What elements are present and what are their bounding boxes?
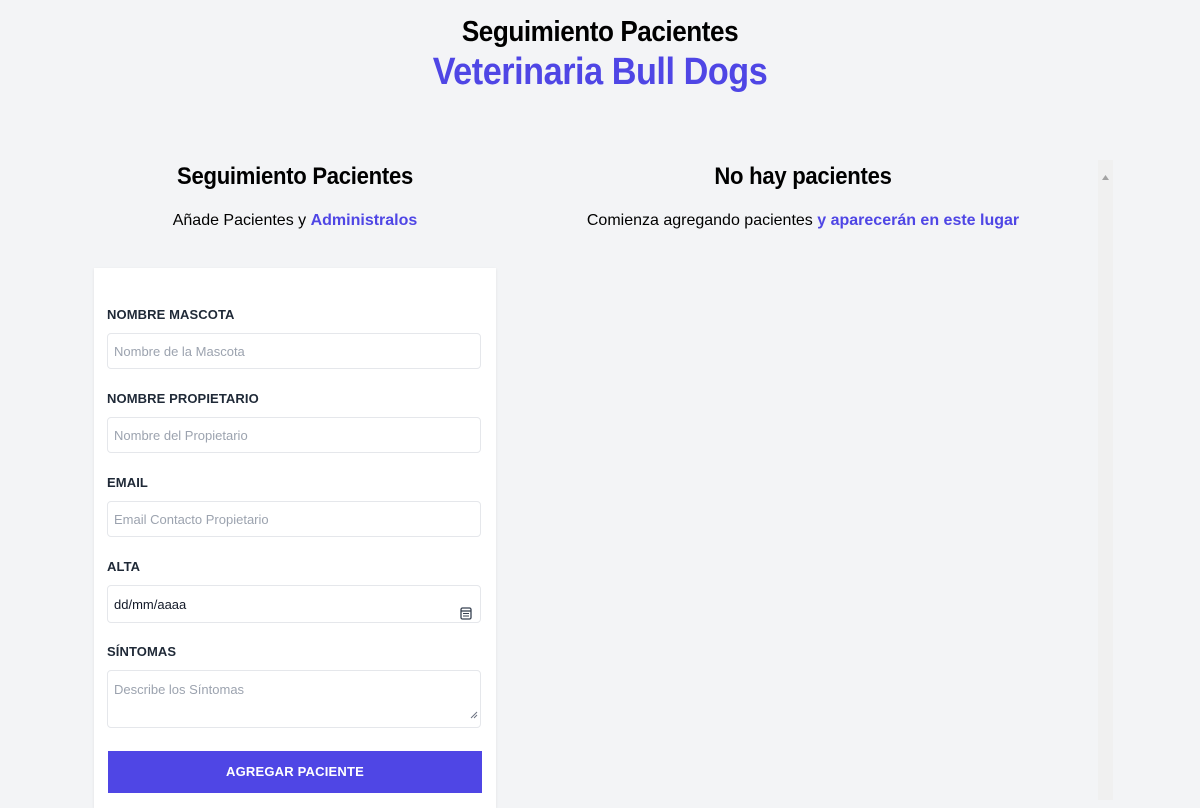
page-title-main: Seguimiento Pacientes [461,16,739,48]
field-email: EMAIL Email Contacto Propietario [107,475,483,537]
page-title-brand: Veterinaria Bull Dogs [432,51,768,93]
symptoms-textarea[interactable]: Describe los Síntomas [107,670,481,728]
patient-list-section: No hay pacientes Comienza agregando paci… [508,160,1098,249]
discharge-date-value: dd/mm/aaaa [114,597,187,612]
owner-name-label: NOMBRE PROPIETARIO [107,391,259,406]
patient-list-scrollbar[interactable] [1098,160,1113,800]
symptoms-placeholder: Describe los Síntomas [114,682,245,697]
pet-name-label: NOMBRE MASCOTA [107,307,235,322]
list-section-subtitle-accent: y aparecerán en este lugar [817,212,1020,229]
page-title: Seguimiento Pacientes Veterinaria Bull D… [60,14,1140,94]
resize-handle-icon[interactable] [470,705,478,725]
calendar-icon[interactable] [460,597,472,635]
form-section-subtitle-accent: Administralos [310,212,418,229]
symptoms-label: SÍNTOMAS [107,644,177,659]
form-section-subtitle: Añade Pacientes y Administralos [94,209,496,233]
scroll-up-arrow-icon[interactable] [1102,167,1109,185]
pet-name-input[interactable]: Nombre de la Mascota [107,333,481,369]
field-symptoms: SÍNTOMAS Describe los Síntomas [107,644,483,728]
form-section: Seguimiento Pacientes Añade Pacientes y … [94,160,496,808]
discharge-date-input[interactable]: dd/mm/aaaa [107,585,481,623]
form-section-subtitle-text: Añade Pacientes y [172,212,307,229]
email-label: EMAIL [107,475,148,490]
discharge-date-label: ALTA [107,559,141,574]
form-section-title: Seguimiento Pacientes [177,163,413,190]
list-section-subtitle-text: Comienza agregando pacientes [586,212,813,229]
list-section-title: No hay pacientes [714,163,892,190]
patient-form: NOMBRE MASCOTA Nombre de la Mascota NOMB… [94,268,496,808]
field-pet-name: NOMBRE MASCOTA Nombre de la Mascota [107,307,483,369]
field-discharge-date: ALTA dd/mm/aaaa [107,559,483,623]
field-owner-name: NOMBRE PROPIETARIO Nombre del Propietari… [107,391,483,453]
owner-name-input[interactable]: Nombre del Propietario [107,417,481,453]
page-header: Seguimiento Pacientes Veterinaria Bull D… [0,0,1200,94]
list-section-subtitle: Comienza agregando pacientes y aparecerá… [508,209,1098,233]
add-patient-button[interactable]: AGREGAR PACIENTE [108,751,482,793]
email-input[interactable]: Email Contacto Propietario [107,501,481,537]
